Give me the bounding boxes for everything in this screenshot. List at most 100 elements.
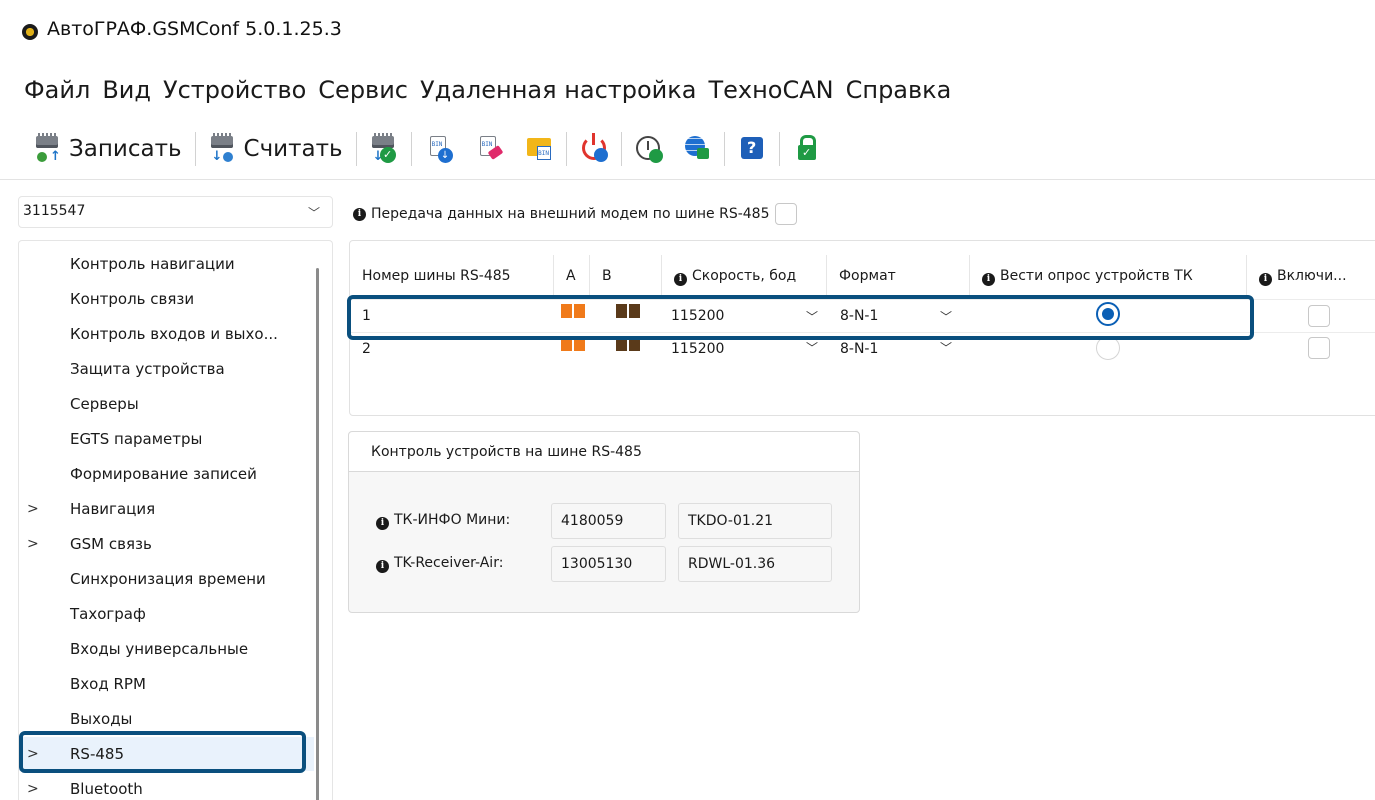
- poll-radio[interactable]: [1096, 302, 1120, 326]
- table-row[interactable]: 1 115200 ﹀ 8-N-1 ﹀: [350, 299, 1375, 332]
- sidebar-item-record-forming[interactable]: Формирование записей: [19, 457, 314, 491]
- chevron-down-icon: ﹀: [940, 310, 953, 324]
- chevron-down-icon: ﹀: [940, 341, 953, 355]
- column-header-b[interactable]: B: [590, 255, 662, 297]
- group-title: Контроль устройств на шине RS-485: [349, 432, 859, 472]
- sidebar-item-navigation[interactable]: > Навигация: [19, 492, 314, 526]
- time-settings-icon: [635, 134, 663, 164]
- write-device-icon: ↑: [34, 132, 62, 164]
- sidebar-item-servers[interactable]: Серверы: [19, 387, 314, 421]
- rs485-table: Номер шины RS-485 A B i Скорость, бод Фор…: [349, 240, 1375, 416]
- tree-scrollbar[interactable]: [316, 268, 319, 800]
- apply-config-icon: ↓ ✓: [370, 132, 398, 164]
- help-button[interactable]: ?: [734, 125, 770, 173]
- device-serial: 4180059: [551, 503, 666, 539]
- column-header-a[interactable]: A: [554, 255, 590, 297]
- info-icon: i: [376, 560, 389, 573]
- download-bin-button[interactable]: ↓: [421, 125, 457, 173]
- read-button[interactable]: ↓ Считать: [205, 125, 347, 173]
- chevron-down-icon: ﹀: [806, 310, 819, 324]
- menu-view[interactable]: Вид: [102, 76, 151, 114]
- column-header-poll[interactable]: i Вести опрос устройств ТК: [970, 255, 1247, 297]
- download-bin-icon: ↓: [425, 134, 453, 164]
- sidebar-item-io-control[interactable]: Контроль входов и выхо...: [19, 317, 314, 351]
- device-label: i TK-Receiver-Air:: [376, 555, 503, 573]
- wire-b-color: [629, 337, 640, 351]
- sidebar-item-gsm[interactable]: > GSM связь: [19, 527, 314, 561]
- menu-file[interactable]: Файл: [24, 76, 90, 114]
- sidebar-item-navigation-control[interactable]: Контроль навигации: [19, 247, 314, 281]
- chevron-right-icon[interactable]: >: [27, 492, 39, 526]
- menu-service[interactable]: Сервис: [318, 76, 408, 114]
- speed-select[interactable]: 115200: [671, 333, 821, 366]
- toolbar-separator: [410, 131, 412, 166]
- sidebar-item-rs485[interactable]: > RS-485: [19, 737, 314, 771]
- unlock-button[interactable]: ✓: [789, 125, 825, 173]
- toolbar-separator: [355, 131, 357, 166]
- chevron-right-icon[interactable]: >: [27, 737, 39, 771]
- sidebar-item-egts[interactable]: EGTS параметры: [19, 422, 314, 456]
- column-header-enable[interactable]: i Включи...: [1247, 255, 1375, 297]
- toolbar-separator: [194, 131, 196, 166]
- column-header-format[interactable]: Формат: [827, 255, 970, 297]
- time-settings-button[interactable]: [631, 125, 667, 173]
- menu-technocan[interactable]: ТехноCAN: [708, 76, 833, 114]
- device-select[interactable]: 3115547 ﹀: [18, 196, 333, 228]
- toolbar-separator: [565, 131, 567, 166]
- title-bar: АвтоГРАФ.GSMConf 5.0.1.25.3: [0, 0, 1375, 66]
- sidebar-item-time-sync[interactable]: Синхронизация времени: [19, 562, 314, 596]
- erase-bin-icon: [475, 134, 503, 164]
- device-firmware: RDWL-01.36: [678, 546, 832, 582]
- chevron-right-icon[interactable]: >: [27, 527, 39, 561]
- sidebar-item-outputs[interactable]: Выходы: [19, 702, 314, 736]
- write-button-label: Записать: [69, 135, 182, 162]
- device-control-group: Контроль устройств на шине RS-485 i ТК-ИН…: [348, 431, 860, 613]
- reboot-icon: [580, 132, 608, 164]
- menu-device[interactable]: Устройство: [163, 76, 306, 114]
- menu-remote-setup[interactable]: Удаленная настройка: [420, 76, 696, 114]
- chevron-right-icon[interactable]: >: [27, 772, 39, 800]
- write-button[interactable]: ↑ Записать: [30, 125, 186, 173]
- modem-checkbox[interactable]: [775, 203, 798, 225]
- sidebar-item-link-control[interactable]: Контроль связи: [19, 282, 314, 316]
- sidebar-item-bluetooth[interactable]: > Bluetooth: [19, 772, 314, 800]
- remote-globe-icon: [683, 134, 711, 164]
- chevron-down-icon: ﹀: [307, 206, 320, 220]
- read-button-label: Считать: [243, 135, 343, 162]
- info-icon: i: [376, 517, 389, 530]
- help-icon: ?: [738, 134, 766, 164]
- erase-bin-button[interactable]: [471, 125, 507, 173]
- sidebar-item-device-protection[interactable]: Защита устройства: [19, 352, 314, 386]
- remote-access-button[interactable]: [679, 125, 715, 173]
- chevron-down-icon: ﹀: [806, 341, 819, 355]
- enable-checkbox[interactable]: [1308, 337, 1330, 359]
- sidebar-item-tachograph[interactable]: Тахограф: [19, 597, 314, 631]
- sidebar-item-universal-inputs[interactable]: Входы универсальные: [19, 632, 314, 666]
- menu-help[interactable]: Справка: [846, 76, 952, 114]
- enable-checkbox[interactable]: [1308, 305, 1330, 327]
- sidebar-item-rpm-input[interactable]: Вход RPM: [19, 667, 314, 701]
- wire-b-color: [629, 304, 640, 318]
- wire-a-color: [561, 304, 572, 318]
- speed-select[interactable]: 115200: [671, 300, 821, 333]
- apply-config-button[interactable]: ↓ ✓: [366, 125, 402, 173]
- column-header-speed[interactable]: i Скорость, бод: [662, 255, 827, 297]
- wire-a-color: [561, 337, 572, 351]
- load-bin-button[interactable]: BIN: [521, 125, 557, 173]
- poll-radio[interactable]: [1096, 336, 1120, 360]
- device-label: i ТК-ИНФО Мини:: [376, 512, 510, 530]
- unlock-icon: ✓: [793, 134, 821, 164]
- column-header-bus[interactable]: Номер шины RS-485: [350, 255, 554, 297]
- reboot-button[interactable]: [576, 125, 612, 173]
- menu-bar: Файл Вид Устройство Сервис Удаленная нас…: [0, 76, 951, 114]
- app-logo-icon: [22, 24, 38, 40]
- wire-b-color: [616, 304, 627, 318]
- info-icon: i: [1259, 273, 1272, 286]
- table-row[interactable]: 2 115200 ﹀ 8-N-1 ﹀: [350, 332, 1375, 365]
- wire-a-color: [574, 337, 585, 351]
- device-row: i ТК-ИНФО Мини: 4180059 TKDO-01.21: [349, 503, 859, 539]
- toolbar: ↑ Записать ↓ Считать ↓✓ ↓ BIN: [0, 118, 1375, 180]
- modem-label: Передача данных на внешний модем по шине…: [371, 206, 770, 222]
- device-select-value: 3115547: [23, 203, 86, 219]
- info-icon: i: [982, 273, 995, 286]
